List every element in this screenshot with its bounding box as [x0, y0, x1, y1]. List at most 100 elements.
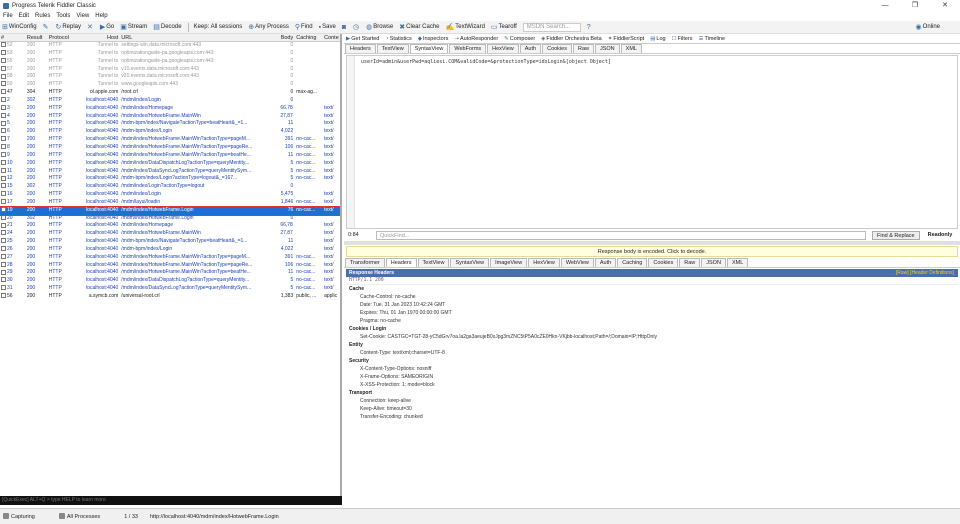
- table-row[interactable]: 7 200 HTTP localhost:4040/mdm/index/HotwebF…: [0, 136, 340, 144]
- request-tab-headers[interactable]: Headers: [345, 44, 376, 53]
- table-row[interactable]: 11 200 HTTP localhost:4040/mdm/index/DataSy…: [0, 168, 340, 176]
- pane-splitter[interactable]: [344, 241, 960, 245]
- col-url[interactable]: URL: [120, 34, 279, 41]
- response-tab-auth[interactable]: Auth: [594, 258, 617, 267]
- table-row[interactable]: 2 302 HTTP localhost:4040/mdm/index/Login 0: [0, 97, 340, 105]
- response-tab-imageview[interactable]: ImageView: [490, 258, 528, 267]
- response-tab-hexview[interactable]: HexView: [528, 258, 560, 267]
- keep-sessions-dropdown[interactable]: Keep: All sessions: [194, 24, 243, 30]
- header-line[interactable]: Set-Cookie: CASTGC=TGT-28-yC5dGrv7oa.la2…: [346, 333, 958, 341]
- table-row[interactable]: 4 200 HTTP localhost:4040/mdm/index/HotwebF…: [0, 113, 340, 121]
- inspector-tab-inspectors[interactable]: ◆ Inspectors: [418, 36, 449, 42]
- table-row[interactable]: 31 200 HTTP localhost:4040/mdm/index/DataSy…: [0, 285, 340, 293]
- table-row[interactable]: 20 302 HTTP localhost:4040/mdm/index/Hotweb…: [0, 215, 340, 223]
- screenshot-button[interactable]: ◙: [342, 24, 347, 31]
- menu-view[interactable]: View: [76, 13, 89, 19]
- table-row[interactable]: 59 200 HTTP Tunnel to www.googleapis.com:443…: [0, 81, 340, 89]
- response-tab-syntaxview[interactable]: SyntaxView: [450, 258, 490, 267]
- header-line[interactable]: X-XSS-Protection: 1; mode=block: [346, 381, 958, 389]
- replay-button[interactable]: ↻ Replay: [55, 23, 81, 31]
- inspector-tab-statistics[interactable]: ◔ Statistics: [385, 36, 411, 42]
- response-tab-cookies[interactable]: Cookies: [648, 258, 679, 267]
- table-row[interactable]: 56 200 HTTP a.symcb.com/universal-root.crl 1…: [0, 293, 340, 301]
- inspector-tab-autoresponder[interactable]: ⇢ AutoResponder: [454, 36, 498, 42]
- quickfind-input[interactable]: QuickFind...: [376, 230, 866, 240]
- header-line[interactable]: Date: Tue, 31 Jan 2023 10:42:24 GMT: [346, 301, 958, 309]
- request-body-view[interactable]: userId=admin&userPwd=aqliesi.COM&validCo…: [346, 55, 958, 229]
- menu-help[interactable]: Help: [95, 13, 107, 19]
- inspector-tab-fiddlerscript[interactable]: ✦ FiddlerScript: [608, 36, 644, 42]
- response-tab-xml[interactable]: XML: [726, 258, 749, 267]
- find-button[interactable]: ⚲ Find: [295, 23, 313, 31]
- header-line[interactable]: X-Content-Type-Options: nosniff: [346, 365, 958, 373]
- request-tab-hexview[interactable]: HexView: [487, 44, 519, 53]
- close-button[interactable]: ✕: [930, 0, 960, 11]
- header-line[interactable]: X-Frame-Options: SAMEORIGIN: [346, 373, 958, 381]
- response-tab-transformer[interactable]: Transformer: [345, 258, 385, 267]
- clear-cache-button[interactable]: ✖ Clear Cache: [399, 23, 439, 31]
- menu-file[interactable]: File: [3, 13, 13, 19]
- col-body[interactable]: Body: [279, 34, 294, 41]
- col-protocol[interactable]: Protocol: [48, 34, 78, 41]
- request-tab-xml[interactable]: XML: [620, 44, 642, 53]
- header-group-title[interactable]: Entity: [346, 341, 958, 349]
- menu-rules[interactable]: Rules: [35, 13, 50, 19]
- table-row[interactable]: 55 200 HTTP Tunnel to optimizationguide-pa.g…: [0, 58, 340, 66]
- timer-button[interactable]: ◷: [353, 23, 360, 31]
- save-button[interactable]: ▪ Save: [319, 24, 336, 31]
- process-filter[interactable]: All Processes: [58, 513, 112, 520]
- winconfig-button[interactable]: ⊞ WinConfig: [2, 23, 37, 31]
- col-host[interactable]: Host: [78, 34, 121, 41]
- col-caching[interactable]: Caching: [293, 34, 323, 41]
- header-group-title[interactable]: Security: [346, 357, 958, 365]
- table-row[interactable]: 52 200 HTTP Tunnel to settings-win.data.micr…: [0, 42, 340, 50]
- msdn-search-input[interactable]: MSDN Search...: [522, 22, 581, 32]
- header-line[interactable]: Expires: Thu, 01 Jan 1970 00:00:00 GMT: [346, 309, 958, 317]
- header-group-title[interactable]: Cache: [346, 285, 958, 293]
- col-result[interactable]: Result: [26, 34, 48, 41]
- response-tab-caching[interactable]: Caching: [617, 258, 648, 267]
- request-tab-auth[interactable]: Auth: [519, 44, 542, 53]
- header-line[interactable]: Pragma: no-cache: [346, 317, 958, 325]
- header-line[interactable]: Cache-Control: no-cache: [346, 293, 958, 301]
- table-row[interactable]: 29 200 HTTP localhost:4040/mdm/index/Hotweb…: [0, 269, 340, 277]
- find-replace-button[interactable]: Find & Replace: [872, 230, 920, 240]
- request-tab-textview[interactable]: TextView: [376, 44, 409, 53]
- table-row[interactable]: 8 200 HTTP localhost:4040/mdm/index/HotwebF…: [0, 144, 340, 152]
- table-row[interactable]: 28 200 HTTP localhost:4040/mdm/index/Hotweb…: [0, 262, 340, 270]
- menu-tools[interactable]: Tools: [56, 13, 70, 19]
- table-row[interactable]: 57 200 HTTP Tunnel to v10.events.data.micros…: [0, 66, 340, 74]
- inspector-tab-filters[interactable]: ☐ Filters: [672, 36, 693, 42]
- comment-button[interactable]: ✎: [43, 23, 50, 31]
- table-row[interactable]: 47 304 HTTP ol.apple.com/root.crl 0 max-ag...: [0, 89, 340, 97]
- table-row[interactable]: 17 200 HTTP localhost:4040/mdm/layui/loadin…: [0, 199, 340, 207]
- table-row[interactable]: 24 200 HTTP localhost:4040/mdm/index/Hotweb…: [0, 230, 340, 238]
- table-row[interactable]: 5 200 HTTP localhost:4040/mdm-bpm/index/Nav…: [0, 120, 340, 128]
- menu-edit[interactable]: Edit: [19, 13, 29, 19]
- request-tab-webforms[interactable]: WebForms: [449, 44, 487, 53]
- inspector-tab-get-started[interactable]: ▶ Get Started: [346, 36, 379, 42]
- header-line[interactable]: Keep-Alive: timeout=30: [346, 405, 958, 413]
- decode-banner[interactable]: Response body is encoded. Click to decod…: [346, 246, 958, 257]
- textwizard-button[interactable]: ✍ TextWizard: [446, 23, 485, 31]
- maximize-button[interactable]: ❐: [900, 0, 930, 11]
- any-process-button[interactable]: ⊕ Any Process: [248, 23, 289, 31]
- header-line[interactable]: Transfer-Encoding: chunked: [346, 413, 958, 421]
- table-row[interactable]: 15 302 HTTP localhost:4040/mdm/index/Login?…: [0, 183, 340, 191]
- table-row[interactable]: 3 200 HTTP localhost:4040/mdm/index/Homepag…: [0, 105, 340, 113]
- go-button[interactable]: ▶ Go: [100, 23, 114, 31]
- table-row[interactable]: 58 200 HTTP Tunnel to v20.events.data.micros…: [0, 73, 340, 81]
- response-tab-json[interactable]: JSON: [701, 258, 726, 267]
- response-tab-webview[interactable]: WebView: [560, 258, 594, 267]
- tearoff-button[interactable]: ▭ Tearoff: [491, 23, 517, 31]
- inspector-tab-composer[interactable]: ✎ Composer: [504, 36, 535, 42]
- request-tab-json[interactable]: JSON: [594, 44, 620, 53]
- header-line[interactable]: Connection: keep-alive: [346, 397, 958, 405]
- stream-button[interactable]: ▣ Stream: [120, 23, 147, 31]
- table-row[interactable]: 30 200 HTTP localhost:4040/mdm/index/DataDi…: [0, 277, 340, 285]
- raw-header-definitions-links[interactable]: [Raw] [Header Definitions]: [896, 269, 958, 277]
- browse-button[interactable]: ◍ Browse: [366, 23, 393, 31]
- request-tab-raw[interactable]: Raw: [572, 44, 594, 53]
- table-row[interactable]: 26 200 HTTP localhost:4040/mdm-bpm/index/Lo…: [0, 246, 340, 254]
- table-row[interactable]: 53 200 HTTP Tunnel to optimizationguide-pa.g…: [0, 50, 340, 58]
